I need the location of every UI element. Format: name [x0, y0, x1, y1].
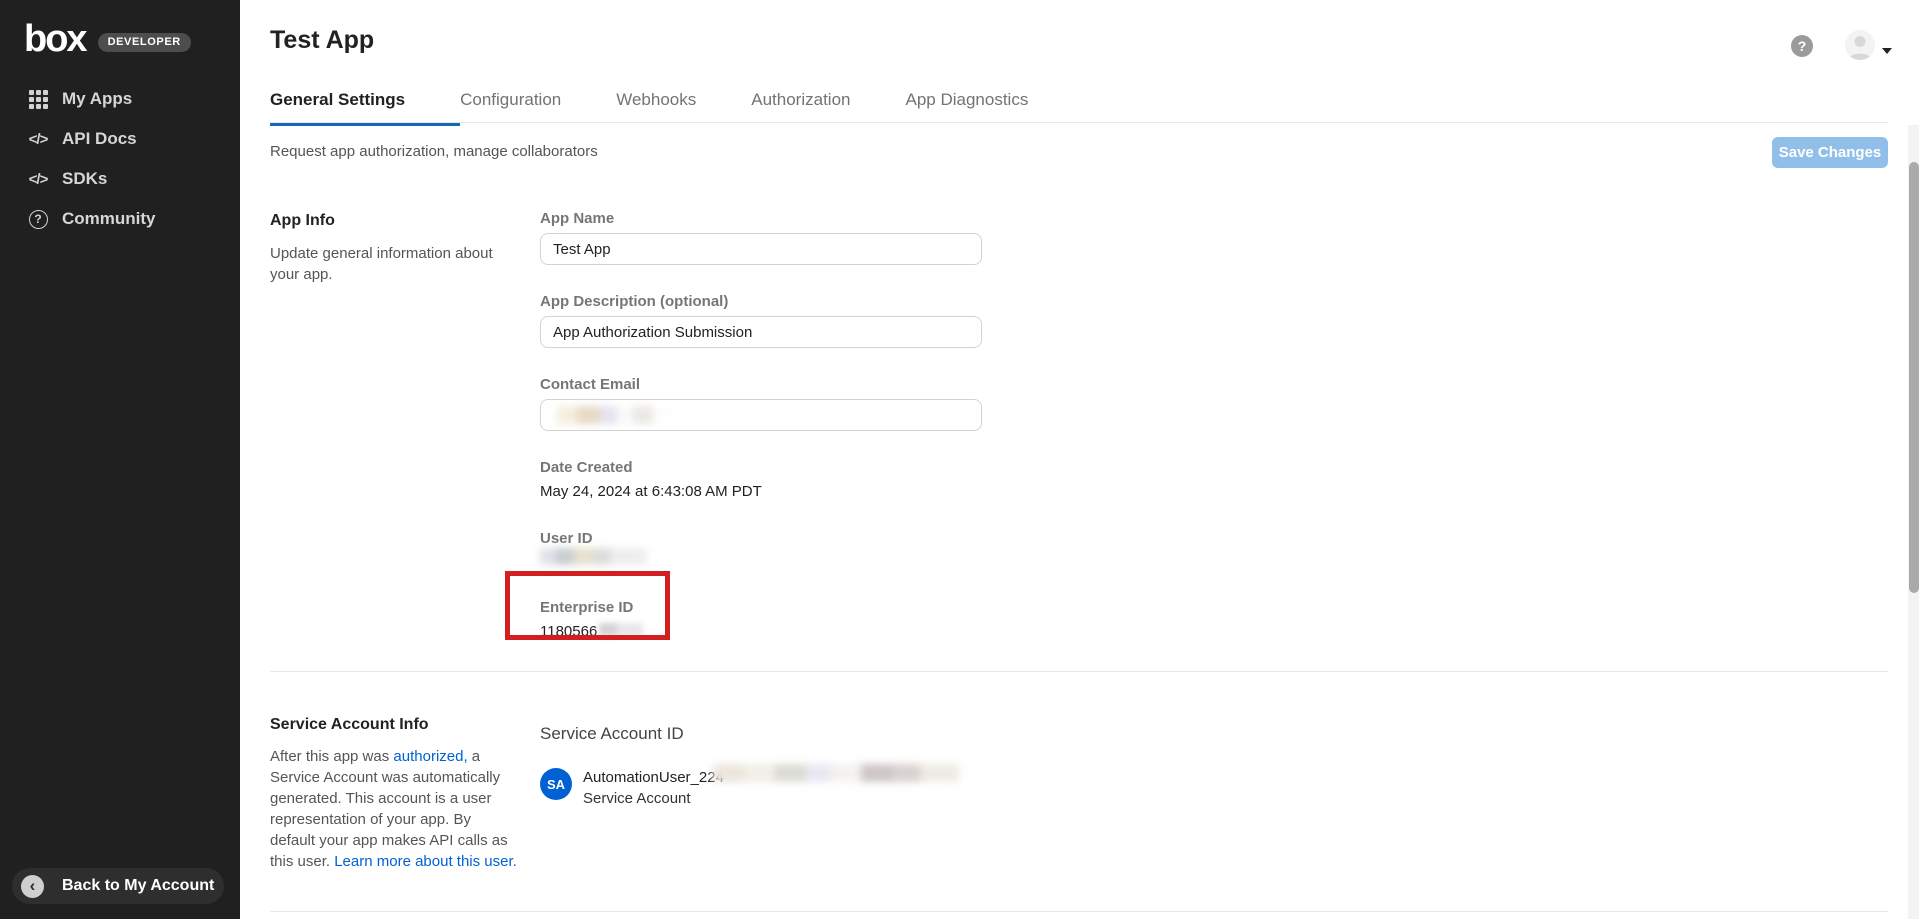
redacted-user-id-value: [540, 548, 647, 565]
save-changes-button[interactable]: Save Changes: [1772, 137, 1888, 168]
service-account-heading: Service Account Info: [270, 716, 520, 734]
app-info-description: Update general information about your ap…: [270, 243, 520, 285]
authorized-link[interactable]: authorized,: [393, 748, 467, 765]
brand[interactable]: box DEVELOPER: [24, 20, 191, 58]
question-circle-icon: ?: [28, 209, 48, 229]
date-created-label: Date Created: [540, 459, 982, 476]
date-created-value: May 24, 2024 at 6:43:08 AM PDT: [540, 483, 982, 501]
chevron-left-icon: ‹: [21, 875, 44, 898]
service-account-subtitle: Service Account: [583, 789, 724, 808]
tab-general-settings[interactable]: General Settings: [270, 90, 460, 126]
service-account-avatar: SA: [540, 768, 572, 800]
scrollbar-track[interactable]: [1908, 125, 1919, 919]
page-subtitle: Request app authorization, manage collab…: [270, 143, 598, 160]
tab-webhooks[interactable]: Webhooks: [616, 90, 751, 126]
app-description-label: App Description (optional): [540, 293, 982, 310]
section-divider: [270, 671, 1888, 672]
sidebar-item-label: API Docs: [62, 129, 137, 149]
contact-email-input[interactable]: [540, 399, 982, 431]
sidebar-nav: My Apps </> API Docs </> SDKs ? Communit…: [0, 79, 240, 239]
sidebar-item-label: Community: [62, 209, 156, 229]
box-developer-console-page: box DEVELOPER My Apps </> API Docs </> S: [0, 0, 1920, 919]
avatar[interactable]: [1845, 30, 1875, 60]
tab-bar: General Settings Configuration Webhooks …: [270, 90, 1083, 126]
tab-configuration[interactable]: Configuration: [460, 90, 616, 126]
service-account-panel: Service Account ID SA AutomationUser_224…: [540, 724, 982, 808]
back-button-label: Back to My Account: [62, 877, 214, 895]
grid-icon: [28, 89, 48, 109]
contact-email-label: Contact Email: [540, 376, 982, 393]
sidebar-item-my-apps[interactable]: My Apps: [0, 79, 240, 119]
sidebar-item-label: My Apps: [62, 89, 132, 109]
service-account-text: AutomationUser_224 Service Account: [583, 768, 724, 808]
app-info-intro: App Info Update general information abou…: [270, 212, 520, 285]
redacted-email-value: [557, 406, 669, 424]
service-account-id-label: Service Account ID: [540, 724, 982, 744]
sidebar-item-api-docs[interactable]: </> API Docs: [0, 119, 240, 159]
code-icon: </>: [28, 129, 48, 149]
back-to-my-account-button[interactable]: ‹ Back to My Account: [12, 868, 224, 904]
box-logo: box: [24, 20, 86, 58]
app-name-input[interactable]: [540, 233, 982, 265]
app-name-label: App Name: [540, 210, 982, 227]
red-annotation-box: [505, 571, 670, 640]
sidebar: box DEVELOPER My Apps </> API Docs </> S: [0, 0, 240, 919]
service-account-row: SA AutomationUser_224 Service Account: [540, 768, 982, 808]
person-icon: [1845, 30, 1875, 60]
service-account-intro: Service Account Info After this app was …: [270, 716, 520, 872]
scrollbar-thumb[interactable]: [1909, 162, 1919, 593]
service-account-name: AutomationUser_224: [583, 768, 724, 787]
redacted-service-account-name-suffix: [713, 764, 959, 782]
sidebar-item-label: SDKs: [62, 169, 107, 189]
sidebar-item-community[interactable]: ? Community: [0, 199, 240, 239]
page-title: Test App: [270, 26, 374, 55]
tab-app-diagnostics[interactable]: App Diagnostics: [905, 90, 1083, 126]
bottom-divider: [270, 911, 1888, 912]
tab-bar-divider: [270, 122, 1888, 123]
app-info-heading: App Info: [270, 212, 520, 230]
user-id-label: User ID: [540, 530, 982, 547]
learn-more-link[interactable]: Learn more about this user.: [334, 853, 517, 870]
app-description-input[interactable]: [540, 316, 982, 348]
help-icon[interactable]: ?: [1791, 35, 1813, 57]
code-icon: </>: [28, 169, 48, 189]
tab-authorization[interactable]: Authorization: [751, 90, 905, 126]
chevron-down-icon[interactable]: [1882, 48, 1892, 54]
developer-badge: DEVELOPER: [98, 33, 191, 52]
service-account-description: After this app was authorized, a Service…: [270, 746, 520, 872]
sidebar-item-sdks[interactable]: </> SDKs: [0, 159, 240, 199]
